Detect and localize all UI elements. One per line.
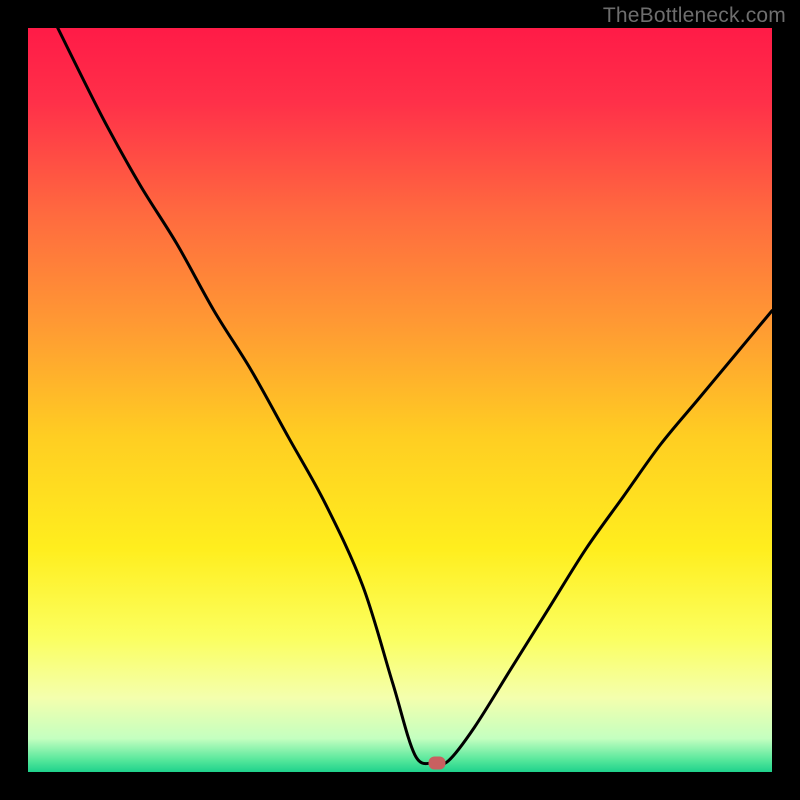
optimum-marker [429,757,446,770]
chart-svg [28,28,772,772]
watermark-label: TheBottleneck.com [603,4,786,28]
chart-frame: TheBottleneck.com [0,0,800,800]
plot-area [28,28,772,772]
gradient-background [28,28,772,772]
